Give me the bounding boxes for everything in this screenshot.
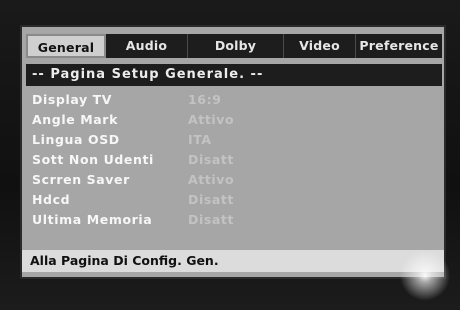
settings-list: Display TV 16:9 Angle Mark Attivo Lingua… xyxy=(32,90,432,230)
setting-row-lingua-osd[interactable]: Lingua OSD ITA xyxy=(32,130,432,150)
status-footer: Alla Pagina Di Config. Gen. xyxy=(22,250,444,272)
setting-value: Attivo xyxy=(188,172,235,187)
setting-row-sott-non-udenti[interactable]: Sott Non Udenti Disatt xyxy=(32,150,432,170)
setting-value: Disatt xyxy=(188,212,235,227)
tab-preference[interactable]: Preference xyxy=(356,34,442,58)
setting-value: ITA xyxy=(188,132,212,147)
setting-label: Scrren Saver xyxy=(32,172,130,187)
tab-audio[interactable]: Audio xyxy=(106,34,188,58)
setting-row-ultima-memoria[interactable]: Ultima Memoria Disatt xyxy=(32,210,432,230)
setting-row-hdcd[interactable]: Hdcd Disatt xyxy=(32,190,432,210)
setting-label: Lingua OSD xyxy=(32,132,120,147)
tab-dolby[interactable]: Dolby xyxy=(188,34,284,58)
page-title: -- Pagina Setup Generale. -- xyxy=(26,64,442,86)
setting-row-angle-mark[interactable]: Angle Mark Attivo xyxy=(32,110,432,130)
tab-general[interactable]: General xyxy=(26,34,106,58)
setting-label: Display TV xyxy=(32,92,113,107)
setting-value: Disatt xyxy=(188,152,235,167)
setting-label: Sott Non Udenti xyxy=(32,152,154,167)
setting-value: Disatt xyxy=(188,192,235,207)
setting-label: Ultima Memoria xyxy=(32,212,153,227)
setting-label: Angle Mark xyxy=(32,112,118,127)
tab-video[interactable]: Video xyxy=(284,34,356,58)
setting-label: Hdcd xyxy=(32,192,71,207)
setting-value: Attivo xyxy=(188,112,235,127)
setting-row-display-tv[interactable]: Display TV 16:9 xyxy=(32,90,432,110)
tv-bezel: General Audio Dolby Video Preference -- … xyxy=(0,0,460,310)
setting-value: 16:9 xyxy=(188,92,222,107)
setup-menu-screen: General Audio Dolby Video Preference -- … xyxy=(22,27,444,277)
menu-tab-bar: General Audio Dolby Video Preference xyxy=(26,34,442,58)
setting-row-screen-saver[interactable]: Scrren Saver Attivo xyxy=(32,170,432,190)
